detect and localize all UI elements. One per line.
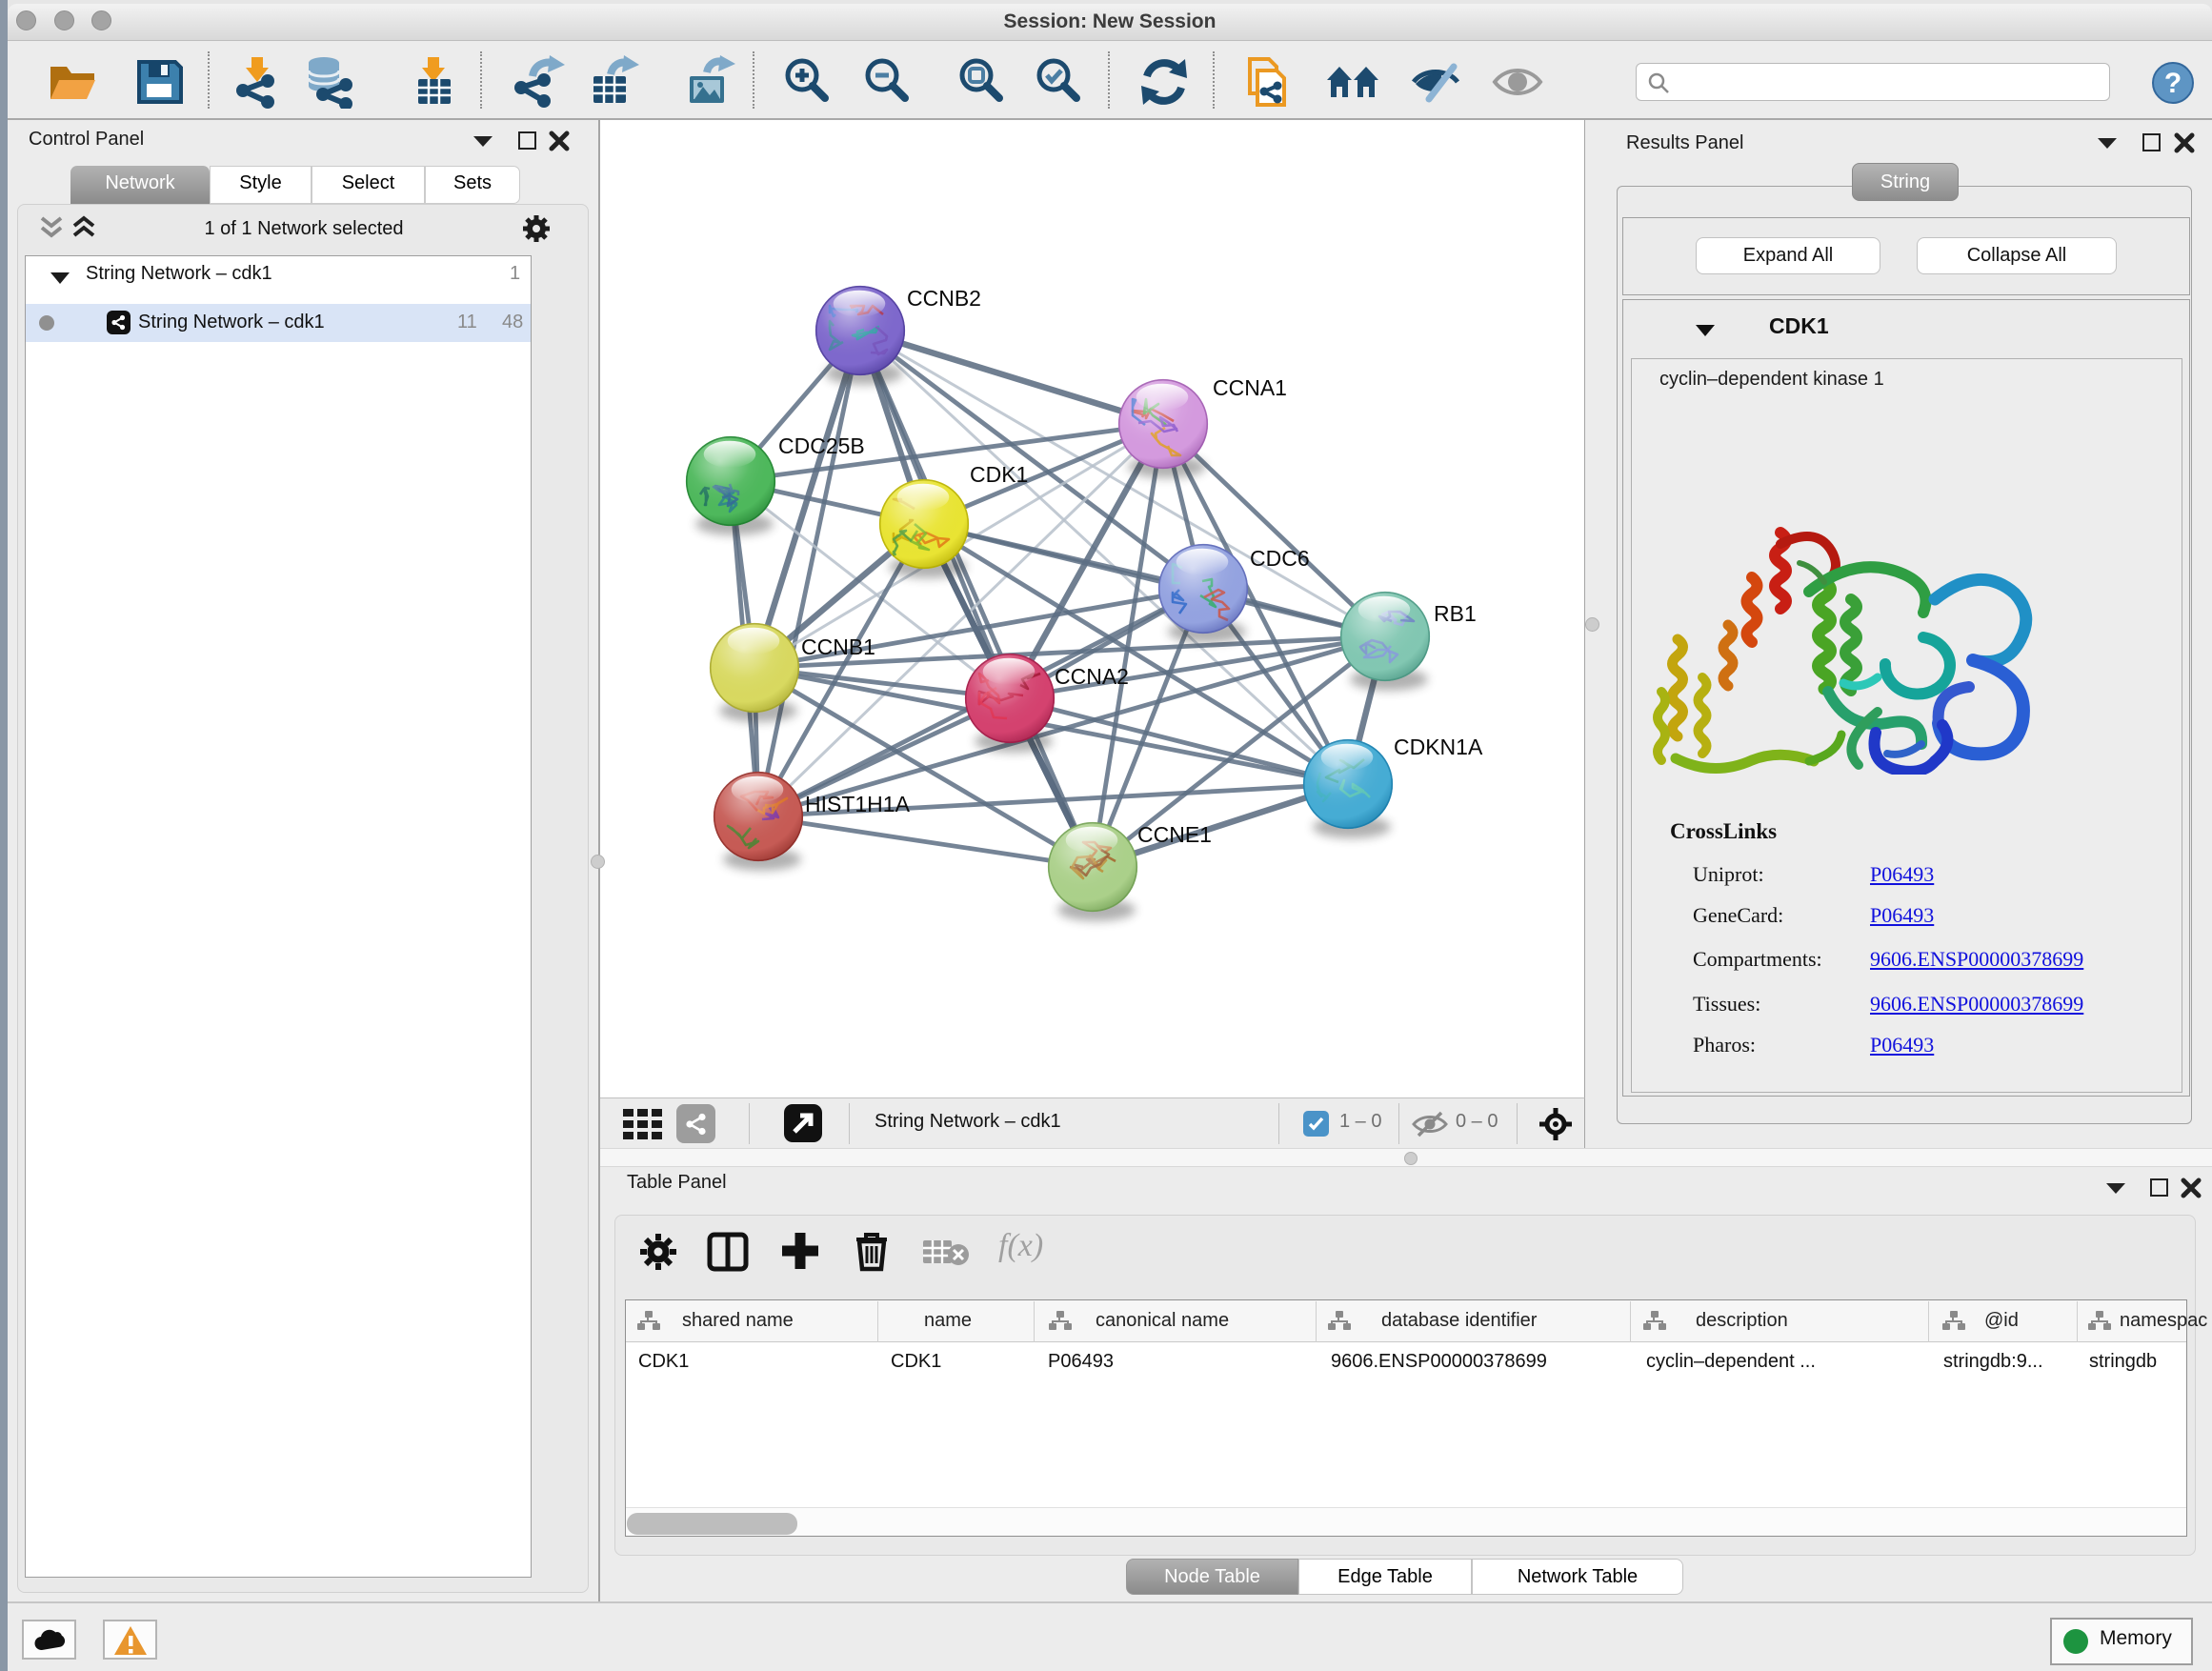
svg-text:CCNA2: CCNA2 [1055, 664, 1129, 689]
svg-text:CDC6: CDC6 [1250, 546, 1310, 571]
svg-text:?: ? [2164, 68, 2182, 99]
svg-text:CDC25B: CDC25B [778, 433, 865, 458]
svg-text:CCNB1: CCNB1 [801, 634, 875, 659]
svg-text:CCNA1: CCNA1 [1213, 375, 1287, 400]
svg-text:CDK1: CDK1 [970, 462, 1028, 487]
svg-text:CDKN1A: CDKN1A [1394, 735, 1483, 759]
svg-text:CCNB2: CCNB2 [907, 286, 981, 311]
svg-text:RB1: RB1 [1434, 601, 1477, 626]
svg-text:HIST1H1A: HIST1H1A [805, 792, 911, 816]
svg-text:CCNE1: CCNE1 [1137, 822, 1212, 847]
